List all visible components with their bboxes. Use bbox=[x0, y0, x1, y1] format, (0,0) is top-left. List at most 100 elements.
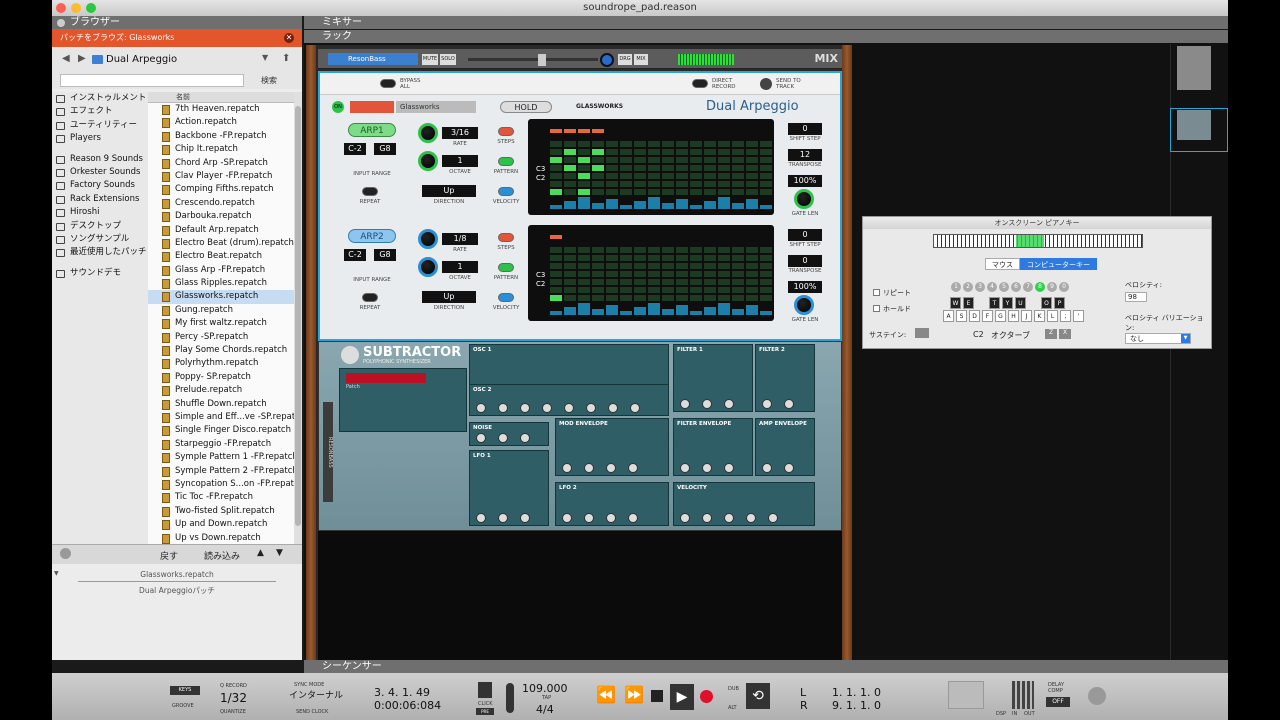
pattern-step-cell[interactable] bbox=[634, 247, 646, 253]
synth-knob[interactable] bbox=[498, 433, 508, 443]
pattern-step-cell[interactable] bbox=[760, 247, 772, 253]
pattern-step-cell[interactable] bbox=[746, 189, 758, 195]
pattern-step-cell[interactable] bbox=[690, 141, 702, 147]
white-key[interactable]: D bbox=[969, 310, 980, 322]
synth-knob[interactable] bbox=[784, 463, 794, 473]
pattern-step-cell[interactable] bbox=[592, 295, 604, 301]
pattern-step-cell[interactable] bbox=[718, 157, 730, 163]
back-arrow-icon[interactable]: ◀ bbox=[62, 53, 70, 64]
patch-name-display[interactable]: Glassworks bbox=[396, 101, 476, 113]
synth-knob[interactable] bbox=[520, 433, 530, 443]
time-signature[interactable]: 4/4 bbox=[536, 703, 554, 716]
black-key[interactable]: E bbox=[963, 297, 974, 309]
mute-button[interactable]: MUTE bbox=[422, 54, 438, 65]
arp1-range-low[interactable]: C-2 bbox=[344, 143, 366, 155]
velocity-bar[interactable] bbox=[620, 311, 632, 315]
up-folder-icon[interactable]: ⬆ bbox=[282, 53, 290, 64]
pattern-step-cell[interactable] bbox=[634, 255, 646, 261]
pattern-step-cell[interactable] bbox=[676, 189, 688, 195]
piano-window-title[interactable]: オンスクリーン ピアノキー bbox=[863, 217, 1211, 229]
pattern-step-cell[interactable] bbox=[550, 157, 562, 163]
velocity-bar[interactable] bbox=[746, 305, 758, 315]
synth-knob[interactable] bbox=[476, 513, 486, 523]
white-key[interactable]: A bbox=[943, 310, 954, 322]
pattern-step-cell[interactable] bbox=[592, 271, 604, 277]
velocity-number-key[interactable]: 5 bbox=[999, 282, 1009, 292]
pattern-step-cell[interactable] bbox=[606, 173, 618, 179]
synth-knob[interactable] bbox=[724, 463, 734, 473]
synth-knob[interactable] bbox=[476, 433, 486, 443]
pattern-step-cell[interactable] bbox=[676, 141, 688, 147]
pattern-step-cell[interactable] bbox=[704, 271, 716, 277]
pattern-step-cell[interactable] bbox=[732, 247, 744, 253]
pattern-step-cell[interactable] bbox=[606, 255, 618, 261]
pattern-step-cell[interactable] bbox=[592, 247, 604, 253]
location-item[interactable]: ユーティリティー bbox=[52, 119, 148, 132]
black-key[interactable]: O bbox=[1041, 297, 1052, 309]
synth-knob[interactable] bbox=[584, 513, 594, 523]
pattern-step-cell[interactable] bbox=[578, 165, 590, 171]
pattern-step-cell[interactable] bbox=[704, 173, 716, 179]
velocity-bar[interactable] bbox=[634, 307, 646, 315]
black-key[interactable]: W bbox=[950, 297, 961, 309]
pattern-step-cell[interactable] bbox=[690, 263, 702, 269]
synth-knob[interactable] bbox=[724, 513, 734, 523]
location-item[interactable]: Orkester Sounds bbox=[52, 166, 148, 179]
synth-knob[interactable] bbox=[498, 403, 508, 413]
pattern-step-cell[interactable] bbox=[592, 157, 604, 163]
channel-name[interactable]: ResonBass bbox=[328, 53, 418, 65]
pattern-step-cell[interactable] bbox=[550, 149, 562, 155]
loop-left-position[interactable]: 1. 1. 1. 0 bbox=[832, 686, 881, 699]
pattern-step-cell[interactable] bbox=[704, 263, 716, 269]
arp1-steps-toggle[interactable] bbox=[498, 127, 514, 136]
synth-knob[interactable] bbox=[784, 399, 794, 409]
pattern-step-cell[interactable] bbox=[676, 295, 688, 301]
sync-mode-select[interactable]: インターナル bbox=[289, 688, 343, 701]
pattern-step-cell[interactable] bbox=[620, 173, 632, 179]
pattern-step-cell[interactable] bbox=[690, 173, 702, 179]
synth-knob[interactable] bbox=[476, 403, 486, 413]
pattern-step-cell[interactable] bbox=[690, 149, 702, 155]
velocity-bar[interactable] bbox=[732, 203, 744, 209]
expand-icon[interactable]: ▼ bbox=[54, 570, 59, 577]
rewind-icon[interactable]: ⏪ bbox=[596, 685, 616, 704]
pattern-step-cell[interactable] bbox=[550, 271, 562, 277]
pattern-step-cell[interactable] bbox=[690, 287, 702, 293]
pattern-step-cell[interactable] bbox=[648, 157, 660, 163]
velocity-bar[interactable] bbox=[676, 305, 688, 315]
pattern-step-cell[interactable] bbox=[676, 157, 688, 163]
synth-knob[interactable] bbox=[680, 399, 690, 409]
pattern-step-cell[interactable] bbox=[732, 263, 744, 269]
synth-knob[interactable] bbox=[680, 513, 690, 523]
velocity-bar[interactable] bbox=[746, 199, 758, 209]
pattern-step-cell[interactable] bbox=[760, 149, 772, 155]
browser-header[interactable]: ブラウザー bbox=[52, 16, 302, 29]
pattern-step-cell[interactable] bbox=[690, 279, 702, 285]
pattern-step-cell[interactable] bbox=[648, 141, 660, 147]
pattern-step-cell[interactable] bbox=[620, 263, 632, 269]
pattern-step-cell[interactable] bbox=[662, 263, 674, 269]
velocity-variation-select[interactable]: なし ▼ bbox=[1125, 333, 1191, 344]
pattern-step-cell[interactable] bbox=[690, 157, 702, 163]
pattern-step-cell[interactable] bbox=[648, 149, 660, 155]
pattern-step-cell[interactable] bbox=[648, 287, 660, 293]
pattern-step-cell[interactable] bbox=[690, 181, 702, 187]
pattern-step-cell[interactable] bbox=[760, 165, 772, 171]
pattern-step-cell[interactable] bbox=[564, 173, 576, 179]
pattern-step-cell[interactable] bbox=[634, 165, 646, 171]
solo-button[interactable]: SOLO bbox=[440, 54, 456, 65]
synth-knob[interactable] bbox=[562, 463, 572, 473]
pattern-step-cell[interactable] bbox=[732, 157, 744, 163]
pattern-step-cell[interactable] bbox=[648, 173, 660, 179]
mix-insert-button[interactable]: MIX bbox=[634, 54, 648, 65]
location-item[interactable]: 最近使用したパッチ bbox=[52, 246, 148, 259]
pattern-step-cell[interactable] bbox=[690, 295, 702, 301]
pattern-step-cell[interactable] bbox=[676, 149, 688, 155]
location-item[interactable]: デスクトップ bbox=[52, 220, 148, 233]
name-column-header[interactable]: 名前 bbox=[148, 92, 294, 103]
pattern-step-cell[interactable] bbox=[634, 173, 646, 179]
window-titlebar[interactable]: soundrope_pad.reason bbox=[52, 0, 1228, 16]
pattern-step-cell[interactable] bbox=[620, 295, 632, 301]
pattern-step-cell[interactable] bbox=[662, 279, 674, 285]
pattern-step-cell[interactable] bbox=[606, 263, 618, 269]
